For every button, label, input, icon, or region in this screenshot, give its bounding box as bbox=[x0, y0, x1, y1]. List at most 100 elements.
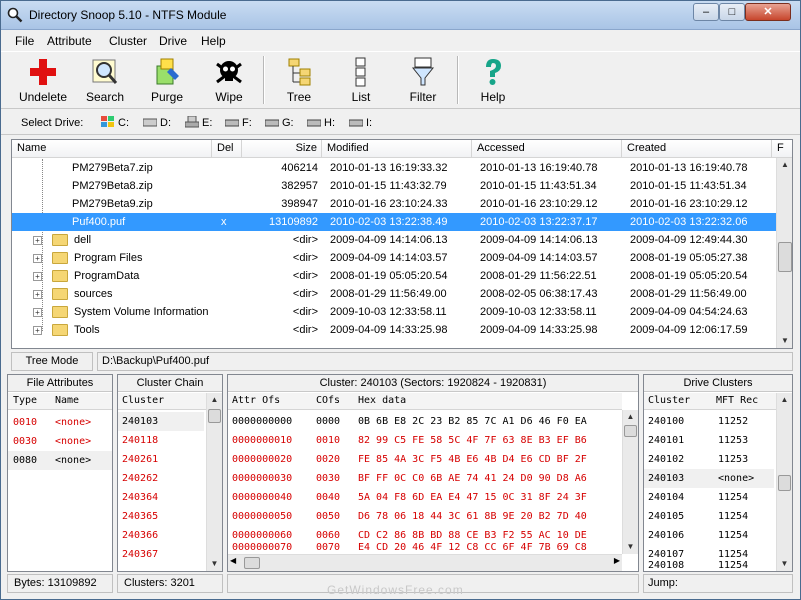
list-item[interactable]: PM279Beta7.zip 406214 2010-01-13 16:19:3… bbox=[12, 159, 776, 177]
drive-i[interactable]: I: bbox=[349, 115, 381, 131]
list-item[interactable]: + System Volume Information <dir> 2009-1… bbox=[12, 303, 776, 321]
file-list-scrollbar[interactable]: ▲ ▼ bbox=[776, 158, 792, 348]
filter-button[interactable]: Filter bbox=[397, 54, 449, 108]
list-item[interactable]: + sources <dir> 2008-01-29 11:56:49.00 2… bbox=[12, 285, 776, 303]
hex-row[interactable]: 0000000010 0010 82 99 C5 FE 58 5C 4F 7F … bbox=[228, 431, 622, 450]
menu-cluster[interactable]: Cluster bbox=[109, 34, 147, 48]
expand-icon[interactable]: + bbox=[33, 326, 42, 335]
scroll-thumb[interactable] bbox=[624, 425, 637, 437]
scroll-thumb[interactable] bbox=[778, 242, 792, 272]
scroll-down-icon[interactable]: ▼ bbox=[777, 557, 792, 571]
hex-row[interactable]: 0000000020 0020 FE 85 4A 3C F5 4B E6 4B … bbox=[228, 450, 622, 469]
hex-row[interactable]: 0000000030 0030 BF FF 0C C0 6B AE 74 41 … bbox=[228, 469, 622, 488]
scroll-right-icon[interactable]: ▶ bbox=[614, 556, 620, 565]
help-button[interactable]: Help bbox=[467, 54, 519, 108]
hex-row[interactable]: 0000000040 0040 5A 04 F8 6D EA E4 47 15 … bbox=[228, 488, 622, 507]
list-item[interactable]: + dell <dir> 2009-04-09 14:14:06.13 2009… bbox=[12, 231, 776, 249]
close-button[interactable]: ✕ bbox=[745, 3, 791, 21]
column-size[interactable]: Size bbox=[242, 140, 322, 158]
list-button[interactable]: List bbox=[335, 54, 387, 108]
drive-e[interactable]: E: bbox=[185, 115, 217, 131]
drive-cluster-row[interactable]: 240100 11252 bbox=[644, 412, 774, 431]
cluster-row[interactable]: 240262 bbox=[118, 469, 204, 488]
list-item[interactable]: + Tools <dir> 2009-04-09 14:33:25.98 200… bbox=[12, 321, 776, 339]
cluster-row[interactable]: 240364 bbox=[118, 488, 204, 507]
column-f[interactable]: F bbox=[772, 140, 792, 158]
cluster-row-selected[interactable]: 240103 bbox=[118, 412, 204, 431]
title-bar: Directory Snoop 5.10 - NTFS Module – □ ✕ bbox=[1, 1, 800, 30]
drive-clusters-scrollbar[interactable]: ▲ ▼ bbox=[776, 393, 792, 571]
expand-icon[interactable]: + bbox=[33, 308, 42, 317]
scroll-thumb[interactable] bbox=[208, 409, 221, 423]
hex-row-partial[interactable]: 0000000070 0070 E4 CD 20 46 4F 12 C8 CC … bbox=[228, 543, 622, 553]
maximize-button[interactable]: □ bbox=[719, 3, 745, 21]
drive-cluster-row-selected[interactable]: 240103 <none> bbox=[644, 469, 774, 488]
cluster-row[interactable]: 240118 bbox=[118, 431, 204, 450]
expand-icon[interactable]: + bbox=[33, 272, 42, 281]
column-del[interactable]: Del bbox=[212, 140, 242, 158]
list-item[interactable]: + ProgramData <dir> 2008-01-19 05:05:20.… bbox=[12, 267, 776, 285]
scroll-thumb[interactable] bbox=[244, 557, 260, 569]
wipe-button[interactable]: Wipe bbox=[203, 54, 255, 108]
scroll-down-icon[interactable]: ▼ bbox=[207, 557, 222, 571]
menu-attribute[interactable]: Attribute bbox=[47, 34, 92, 48]
drive-cluster-row[interactable]: 240106 11254 bbox=[644, 526, 774, 545]
drive-icon bbox=[349, 119, 363, 127]
hex-view-hscrollbar[interactable]: ◀ ▶ bbox=[228, 554, 622, 571]
menu-drive[interactable]: Drive bbox=[159, 34, 187, 48]
hex-row[interactable]: 0000000050 0050 D6 78 06 18 44 3C 61 8B … bbox=[228, 507, 622, 526]
scroll-left-icon[interactable]: ◀ bbox=[230, 556, 236, 565]
column-accessed[interactable]: Accessed bbox=[472, 140, 622, 158]
expand-icon[interactable]: + bbox=[33, 254, 42, 263]
drive-bar: Select Drive: C: D: E: F: G: H: I: bbox=[1, 111, 800, 135]
undelete-button[interactable]: Undelete bbox=[15, 54, 71, 108]
drive-f[interactable]: F: bbox=[225, 115, 257, 131]
drive-d[interactable]: D: bbox=[143, 115, 175, 131]
list-item[interactable]: PM279Beta8.zip 382957 2010-01-15 11:43:3… bbox=[12, 177, 776, 195]
menu-file[interactable]: File bbox=[15, 34, 34, 48]
drive-g[interactable]: G: bbox=[265, 115, 297, 131]
column-modified[interactable]: Modified bbox=[322, 140, 472, 158]
list-item[interactable]: PM279Beta9.zip 398947 2010-01-16 23:10:2… bbox=[12, 195, 776, 213]
cluster-chain-panel: Cluster Chain Cluster 240103 240118 2402… bbox=[117, 374, 223, 572]
drive-clusters-panel: Drive Clusters Cluster MFT Rec 240100 11… bbox=[643, 374, 793, 572]
drive-cluster-row[interactable]: 240102 11253 bbox=[644, 450, 774, 469]
cluster-row[interactable]: 240366 bbox=[118, 526, 204, 545]
minimize-button[interactable]: – bbox=[693, 3, 719, 21]
attribute-row-selected[interactable]: 0080 <none> bbox=[8, 451, 112, 470]
cluster-row[interactable]: 240367 bbox=[118, 545, 204, 564]
menu-help[interactable]: Help bbox=[201, 34, 226, 48]
search-button[interactable]: Search bbox=[79, 54, 131, 108]
file-list[interactable]: Name Del Size Modified Accessed Created … bbox=[11, 139, 793, 349]
expand-icon[interactable]: + bbox=[33, 290, 42, 299]
drive-clusters-header: Cluster MFT Rec bbox=[644, 393, 776, 410]
list-item-selected[interactable]: Puf400.puf x 13109892 2010-02-03 13:22:3… bbox=[12, 213, 776, 231]
hex-view-scrollbar[interactable]: ▲ ▼ bbox=[622, 410, 638, 554]
drive-c[interactable]: C: bbox=[101, 115, 133, 131]
jump-field[interactable]: Jump: bbox=[643, 574, 793, 593]
scroll-up-icon[interactable]: ▲ bbox=[777, 158, 792, 172]
column-name[interactable]: Name bbox=[12, 140, 212, 158]
cluster-row[interactable]: 240261 bbox=[118, 450, 204, 469]
scroll-up-icon[interactable]: ▲ bbox=[207, 393, 222, 407]
cluster-row[interactable]: 240365 bbox=[118, 507, 204, 526]
hex-row[interactable]: 0000000000 0000 0B 6B E8 2C 23 B2 85 7C … bbox=[228, 412, 622, 431]
scroll-thumb[interactable] bbox=[778, 475, 791, 491]
attribute-row[interactable]: 0010 <none> bbox=[8, 413, 112, 432]
scroll-up-icon[interactable]: ▲ bbox=[623, 410, 638, 424]
drive-cluster-row[interactable]: 240104 11254 bbox=[644, 488, 774, 507]
purge-button[interactable]: Purge bbox=[141, 54, 193, 108]
cluster-chain-scrollbar[interactable]: ▲ ▼ bbox=[206, 393, 222, 571]
list-item[interactable]: + Program Files <dir> 2009-04-09 14:14:0… bbox=[12, 249, 776, 267]
scroll-up-icon[interactable]: ▲ bbox=[777, 393, 792, 407]
scroll-down-icon[interactable]: ▼ bbox=[777, 334, 792, 348]
scroll-down-icon[interactable]: ▼ bbox=[623, 540, 638, 554]
drive-cluster-row[interactable]: 240101 11253 bbox=[644, 431, 774, 450]
tree-button[interactable]: Tree bbox=[273, 54, 325, 108]
expand-icon[interactable]: + bbox=[33, 236, 42, 245]
column-created[interactable]: Created bbox=[622, 140, 772, 158]
attribute-row[interactable]: 0030 <none> bbox=[8, 432, 112, 451]
drive-h[interactable]: H: bbox=[307, 115, 339, 131]
drive-cluster-row[interactable]: 240105 11254 bbox=[644, 507, 774, 526]
drive-cluster-row-partial[interactable]: 240108 11254 bbox=[644, 561, 774, 571]
